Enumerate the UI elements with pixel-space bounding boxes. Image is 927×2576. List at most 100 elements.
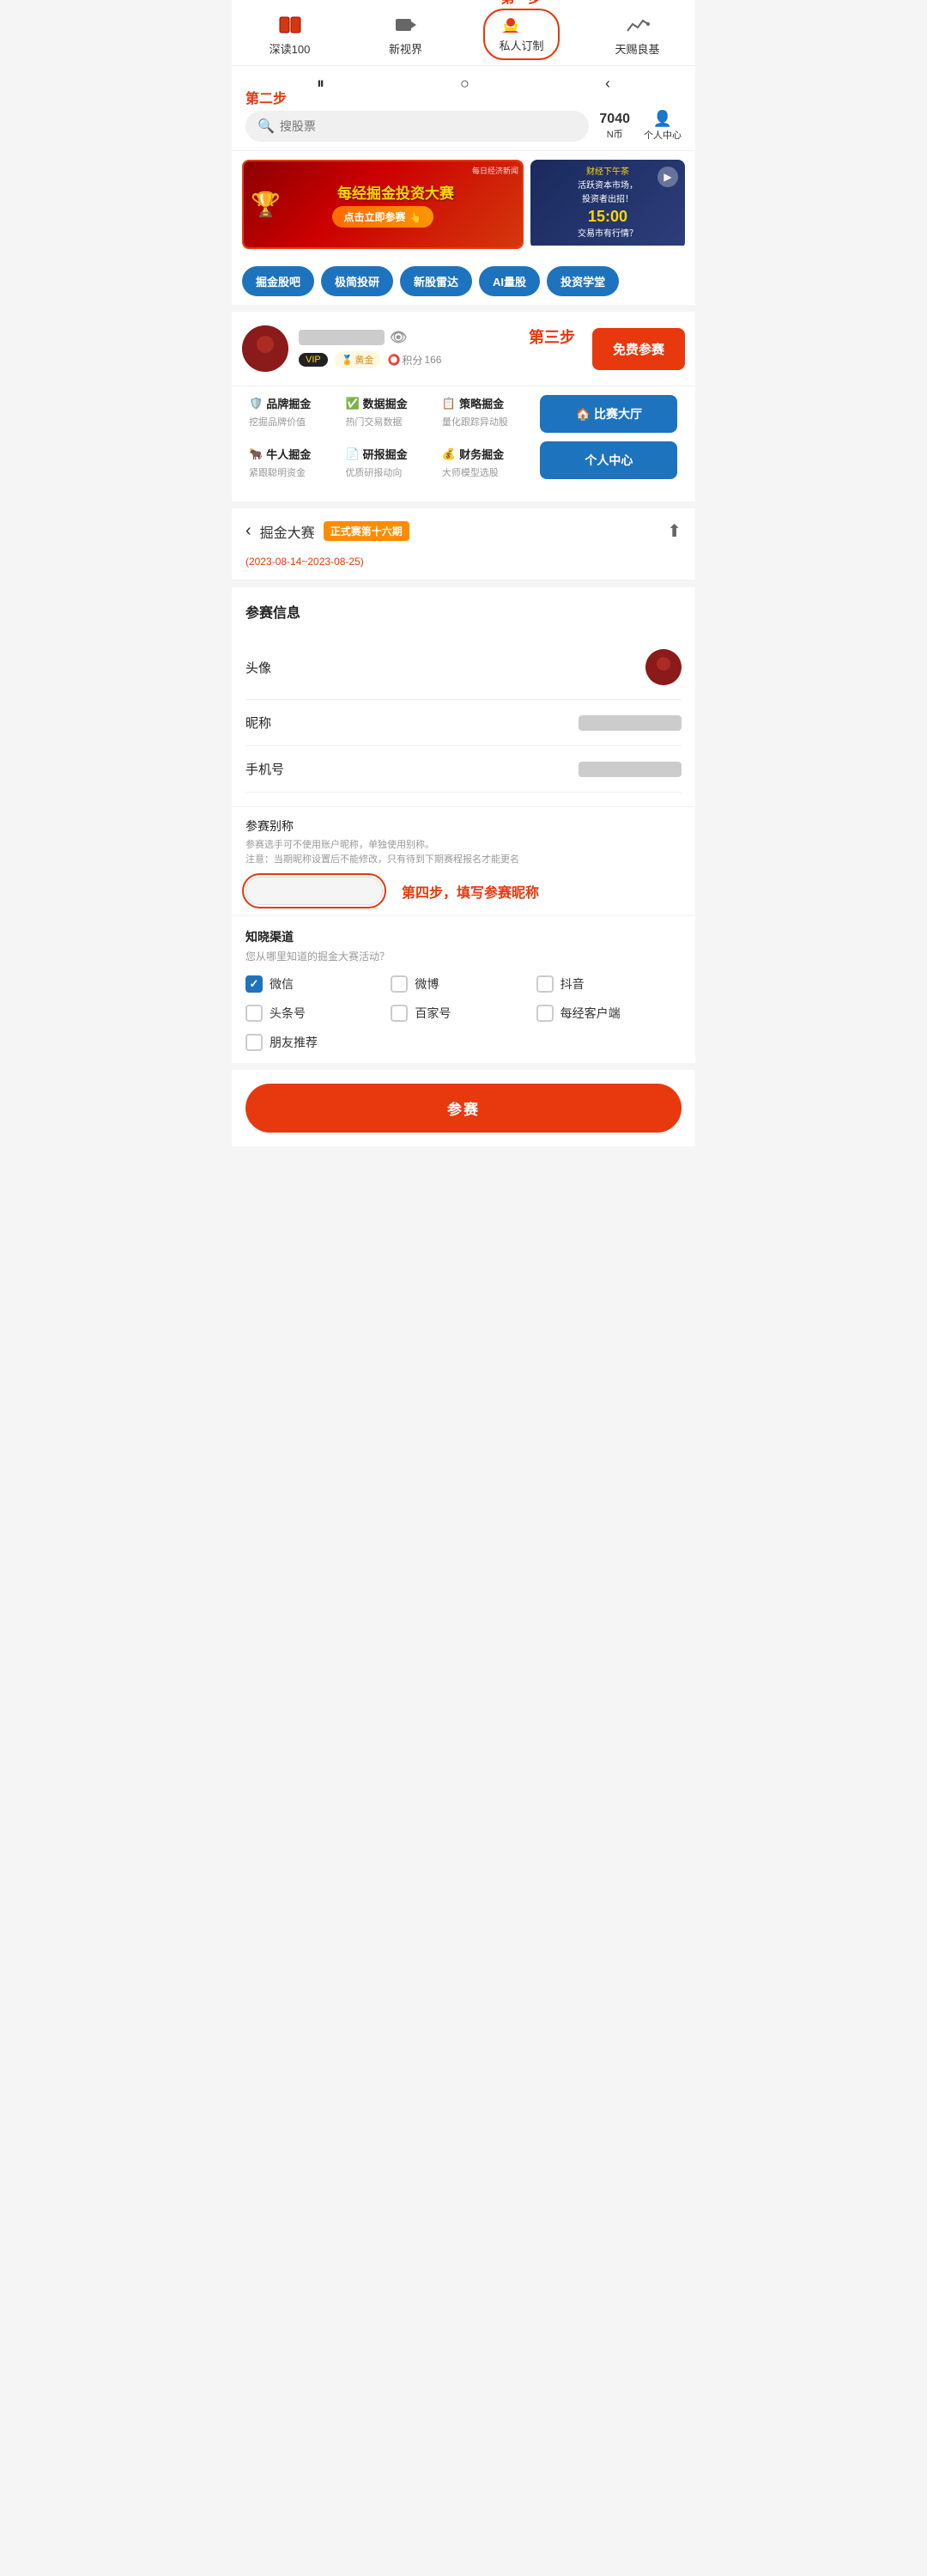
feature-brand-desc: 挖掘品牌价值 xyxy=(249,415,331,428)
channel-weibo[interactable]: 微博 xyxy=(391,975,536,993)
checkbox-baijiahao[interactable] xyxy=(391,1005,408,1022)
checkbox-meijing[interactable] xyxy=(536,1005,554,1022)
list-icon: 📋 xyxy=(442,397,456,410)
submit-area: 参赛 xyxy=(232,1063,695,1146)
feature-strategy-title: 📋 策略掘金 xyxy=(442,395,524,411)
personal-center[interactable]: 👤 个人中心 xyxy=(644,110,682,142)
form-row-avatar: 头像 xyxy=(245,635,682,700)
comp-header-left: ‹ 掘金大赛 正式赛第十六期 xyxy=(245,521,409,542)
nav-shendu-label: 深读100 xyxy=(270,40,311,57)
nav-tianshao-label: 天赐良基 xyxy=(615,40,659,57)
search-box: 第二步 🔍 xyxy=(245,111,589,142)
share-button[interactable]: ⬆ xyxy=(667,520,682,542)
quickbtn-digging[interactable]: 掘金股吧 xyxy=(242,266,314,296)
pause-icon[interactable]: ⏸ xyxy=(317,75,324,93)
check-icon: ✅ xyxy=(345,397,359,410)
feature-finance-title: 💰 财务掘金 xyxy=(442,446,524,462)
nav-tianshao[interactable]: 天赐良基 xyxy=(579,12,695,57)
channel-meijing[interactable]: 每经客户端 xyxy=(536,1005,682,1022)
form-row-phone: 手机号 xyxy=(245,746,682,793)
user-tags: VIP 🏅 黄金 ⭕ 积分 166 xyxy=(299,351,575,368)
feature-bull-title: 🐂 牛人掘金 xyxy=(249,446,331,462)
quickbtn-xingu[interactable]: 新股雷达 xyxy=(400,266,472,296)
channel-friend[interactable]: 朋友推荐 xyxy=(245,1034,391,1051)
channel-weixin-label: 微信 xyxy=(270,975,294,993)
currency-amount: 7040 xyxy=(599,112,630,127)
banner-side[interactable]: ▶ 财经下午茶 活跃资本市场， 投资者出招！ 15:00 交易市有行情？ xyxy=(530,160,685,249)
channel-friend-label: 朋友推荐 xyxy=(270,1034,318,1051)
channel-baijiahao[interactable]: 百家号 xyxy=(391,1005,536,1022)
feature-brand-title: 🛡️ 品牌掘金 xyxy=(249,395,331,411)
channel-title: 知晓渠道 xyxy=(245,928,682,945)
search-section: 第二步 🔍 7040 N币 👤 个人中心 xyxy=(232,101,695,151)
features-area: 🛡️ 品牌掘金 挖掘品牌价值 ✅ 数据掘金 热门交易数据 📋 策略掘金 量化跟踪… xyxy=(232,386,695,501)
channel-grid: 微信 微博 抖音 头条号 百家号 每经客户端 朋友推荐 xyxy=(245,975,682,1051)
banner-side-text3: 交易市有行情？ xyxy=(578,228,638,240)
feature-finance[interactable]: 💰 财务掘金 大师模型选股 xyxy=(435,437,531,488)
gold-label: 黄金 xyxy=(354,353,373,367)
banner-side-label: 财经下午茶 xyxy=(586,167,629,178)
step1-label: 第一步 xyxy=(500,0,542,7)
points-display: ⭕ 积分 166 xyxy=(387,353,441,368)
alias-input[interactable] xyxy=(245,877,383,905)
nav-private[interactable]: 第一步 私人订制 xyxy=(464,9,579,60)
quickbtn-invest[interactable]: 投资学堂 xyxy=(547,266,619,296)
submit-button[interactable]: 参赛 xyxy=(245,1084,682,1133)
nav-shendu[interactable]: 深读100 xyxy=(232,12,348,57)
checkbox-weixin[interactable] xyxy=(245,975,263,993)
phone-value xyxy=(579,762,682,777)
home-icon[interactable]: ○ xyxy=(460,75,470,93)
doc-icon: 📄 xyxy=(345,447,359,461)
search-icon: 🔍 xyxy=(258,118,275,135)
channel-weibo-label: 微博 xyxy=(415,975,439,993)
nav-xinshijie[interactable]: 新视界 xyxy=(348,12,464,57)
form-row-nickname: 昵称 xyxy=(245,700,682,746)
vip-tag: VIP xyxy=(299,353,328,367)
checkbox-friend[interactable] xyxy=(245,1034,263,1051)
checkbox-weibo[interactable] xyxy=(391,975,408,993)
points-value: 166 xyxy=(424,354,441,366)
feature-strategy[interactable]: 📋 策略掘金 量化跟踪异动股 xyxy=(435,386,531,437)
feature-brand[interactable]: 🛡️ 品牌掘金 挖掘品牌价值 xyxy=(242,386,338,437)
banner-cta-btn[interactable]: 点击立即参赛 👆 xyxy=(332,206,434,228)
channel-douyin[interactable]: 抖音 xyxy=(536,975,682,993)
back-button[interactable]: ‹ xyxy=(245,521,251,541)
comp-date-row: (2023-08-14~2023-08-25) xyxy=(232,554,695,580)
status-bar: ⏸ ○ ‹ xyxy=(232,66,695,101)
checkbox-toutiao[interactable] xyxy=(245,1005,263,1022)
nickname-label-row: 昵称 xyxy=(245,714,271,732)
currency-unit: N币 xyxy=(607,127,623,141)
top-navigation: 深读100 新视界 第一步 私人订制 xyxy=(232,0,695,66)
quickbtn-jijian[interactable]: 极简投研 xyxy=(321,266,393,296)
channel-toutiao[interactable]: 头条号 xyxy=(245,1005,391,1022)
points-icon: ⭕ xyxy=(387,354,400,366)
nickname-value xyxy=(579,715,682,731)
free-join-button[interactable]: 免费参赛 xyxy=(592,328,685,370)
comp-title: 掘金大赛 xyxy=(260,521,315,542)
alias-note2: 注意：当期昵称设置后不能修改，只有待到下期赛程报名才能更名 xyxy=(245,854,519,865)
eye-icon[interactable]: 👁 xyxy=(390,329,407,346)
feature-bull-desc: 紧跟聪明资金 xyxy=(249,465,331,479)
person-icon: 👤 xyxy=(653,110,672,128)
quickbtn-ai[interactable]: AI量股 xyxy=(479,266,540,296)
channel-weixin[interactable]: 微信 xyxy=(245,975,391,993)
gold-tag: 🏅 黄金 xyxy=(335,351,381,368)
personal-btn[interactable]: 个人中心 xyxy=(540,441,677,479)
bull-icon: 🐂 xyxy=(249,447,263,461)
alias-label: 参赛别称 xyxy=(245,817,682,835)
hall-btn[interactable]: 🏠 比赛大厅 xyxy=(540,395,677,433)
home-icon-btn: 🏠 xyxy=(576,407,594,421)
banner-main-inner: 🏆 每日经济新闻 每经掘金投资大赛 点击立即参赛 👆 xyxy=(244,161,522,247)
back-icon[interactable]: ‹ xyxy=(605,75,610,93)
trophy-icon: 🏆 xyxy=(251,191,281,219)
checkbox-douyin[interactable] xyxy=(536,975,554,993)
search-input[interactable] xyxy=(280,119,577,133)
user-vip-icon xyxy=(499,15,523,34)
shield-icon: 🛡️ xyxy=(249,397,263,410)
feature-research[interactable]: 📄 研报掘金 优质研报动向 xyxy=(338,437,434,488)
feature-data[interactable]: ✅ 数据掘金 热门交易数据 xyxy=(338,386,434,437)
banner-main[interactable]: 🏆 每日经济新闻 每经掘金投资大赛 点击立即参赛 👆 xyxy=(242,160,524,249)
feature-bull[interactable]: 🐂 牛人掘金 紧跟聪明资金 xyxy=(242,437,338,488)
form-section: 参赛信息 头像 昵称 手机号 xyxy=(232,580,695,806)
channel-section: 知晓渠道 您从哪里知道的掘金大赛活动？ 微信 微博 抖音 头条号 百家号 xyxy=(232,915,695,1063)
